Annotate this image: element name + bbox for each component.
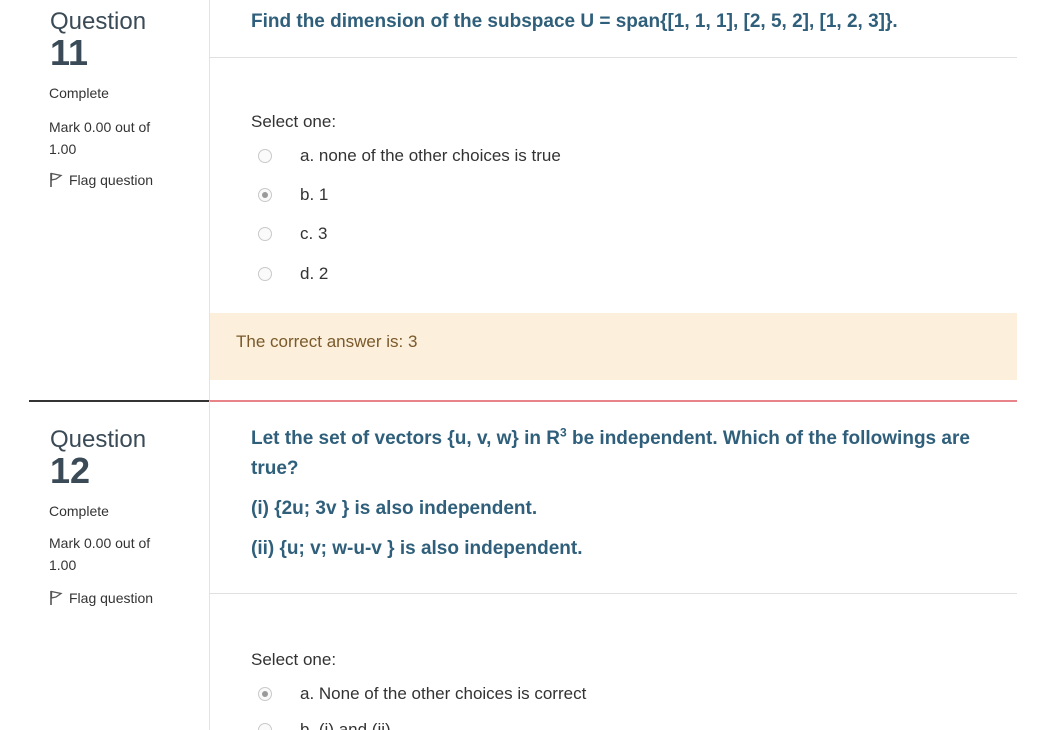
question-number: 12	[50, 450, 91, 491]
feedback-box: The correct answer is: 3	[210, 313, 1017, 380]
question-grade: Mark 0.00 out of 1.00	[49, 119, 151, 157]
flag-question-label: Flag question	[69, 590, 154, 606]
question-state: Complete	[49, 503, 109, 519]
divider	[210, 593, 1017, 594]
question-info: Question 11 Complete Mark 0.00 out of 1.…	[29, 0, 209, 400]
question-text-start: Let the set of vectors {u, v, w} in R	[251, 428, 560, 449]
question-12: Question 12 Complete Mark 0.00 out of 1.…	[0, 400, 1043, 730]
select-one-prompt: Select one:	[251, 650, 337, 669]
question-info: Question 12 Complete Mark 0.00 out of 1.…	[29, 400, 209, 730]
question-content: Let the set of vectors {u, v, w} in R3 b…	[209, 400, 1017, 730]
option-label: a. none of the other choices is true	[300, 146, 561, 165]
flag-question-label: Flag question	[69, 172, 154, 188]
correct-answer-text: The correct answer is: 3	[236, 332, 418, 351]
radio-button[interactable]	[258, 227, 272, 241]
radio-button[interactable]	[258, 723, 272, 730]
statement-ii: (ii) {u; v; w-u-v } is also independent.	[251, 538, 583, 559]
question-text: Let the set of vectors {u, v, w} in R3 b…	[251, 424, 991, 484]
option-b[interactable]: b. 1	[258, 183, 328, 207]
option-label: d. 2	[300, 264, 329, 283]
question-state: Complete	[49, 85, 109, 101]
divider	[210, 57, 1017, 58]
option-d[interactable]: d. 2	[258, 262, 328, 286]
question-number: 11	[50, 32, 89, 73]
statement-i: (i) {2u; 3v } is also independent.	[251, 498, 538, 519]
radio-button[interactable]	[258, 267, 272, 281]
option-b[interactable]: b. (i) and (ii)	[258, 718, 391, 730]
radio-button[interactable]	[258, 149, 272, 163]
flag-question-link[interactable]: Flag question	[49, 590, 153, 606]
option-label: b. (i) and (ii)	[300, 720, 391, 730]
quiz-review-page: Question 11 Complete Mark 0.00 out of 1.…	[0, 0, 1043, 730]
option-label: c. 3	[300, 224, 328, 243]
option-a[interactable]: a. none of the other choices is true	[258, 144, 561, 168]
flag-question-link[interactable]: Flag question	[49, 172, 153, 188]
superscript: 3	[560, 425, 567, 440]
flag-icon	[49, 172, 63, 188]
radio-button-selected[interactable]	[258, 188, 272, 202]
question-11: Question 11 Complete Mark 0.00 out of 1.…	[0, 0, 1043, 400]
question-text: Find the dimension of the subspace U = s…	[251, 11, 898, 32]
question-content: Find the dimension of the subspace U = s…	[209, 0, 1017, 400]
option-label: b. 1	[300, 185, 329, 204]
option-a[interactable]: a. None of the other choices is correct	[258, 682, 586, 706]
option-label: a. None of the other choices is correct	[300, 684, 587, 703]
select-one-prompt: Select one:	[251, 112, 337, 131]
option-c[interactable]: c. 3	[258, 222, 327, 246]
question-grade: Mark 0.00 out of 1.00	[49, 535, 151, 573]
flag-icon	[49, 590, 63, 606]
radio-button-selected[interactable]	[258, 687, 272, 701]
